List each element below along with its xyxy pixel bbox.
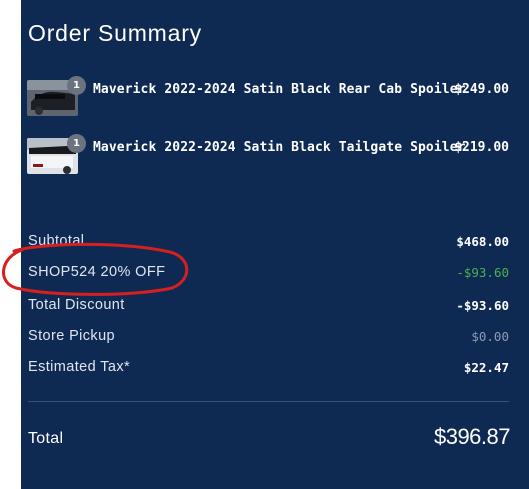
line-item: 1 Maverick 2022-2024 Satin Black Tailgat… [27,134,511,174]
subtotal-value: $468.00 [456,234,509,249]
estimated-tax-row: Estimated Tax* $22.47 [28,359,509,379]
subtotal-label: Subtotal [28,233,85,249]
item-name[interactable]: Maverick 2022-2024 Satin Black Tailgate … [93,140,466,155]
divider [28,401,509,402]
store-pickup-row: Store Pickup $0.00 [28,328,509,348]
item-price: $219.00 [454,140,509,155]
store-pickup-label: Store Pickup [28,328,116,344]
store-pickup-value: $0.00 [471,329,509,344]
order-summary-title: Order Summary [28,20,202,46]
item-name[interactable]: Maverick 2022-2024 Satin Black Rear Cab … [93,82,466,97]
total-discount-row: Total Discount -$93.60 [28,297,509,317]
line-item: 1 Maverick 2022-2024 Satin Black Rear Ca… [27,76,511,116]
promo-discount-value: -$93.60 [456,265,509,280]
total-value: $396.87 [433,424,511,449]
order-summary-panel: Order Summary 1 Maverick 2022-2024 Satin… [21,0,529,489]
total-discount-value: -$93.60 [456,298,509,313]
item-price: $249.00 [454,82,509,97]
estimated-tax-value: $22.47 [463,360,509,375]
estimated-tax-label: Estimated Tax* [28,359,131,375]
promo-code-label: SHOP524 20% OFF [28,264,166,280]
quantity-badge: 1 [67,76,86,95]
promo-code-row: SHOP524 20% OFF -$93.60 [28,264,509,284]
total-discount-label: Total Discount [28,297,125,313]
subtotal-row: Subtotal $468.00 [28,233,509,253]
total-label: Total [28,430,64,447]
quantity-badge: 1 [67,134,86,153]
